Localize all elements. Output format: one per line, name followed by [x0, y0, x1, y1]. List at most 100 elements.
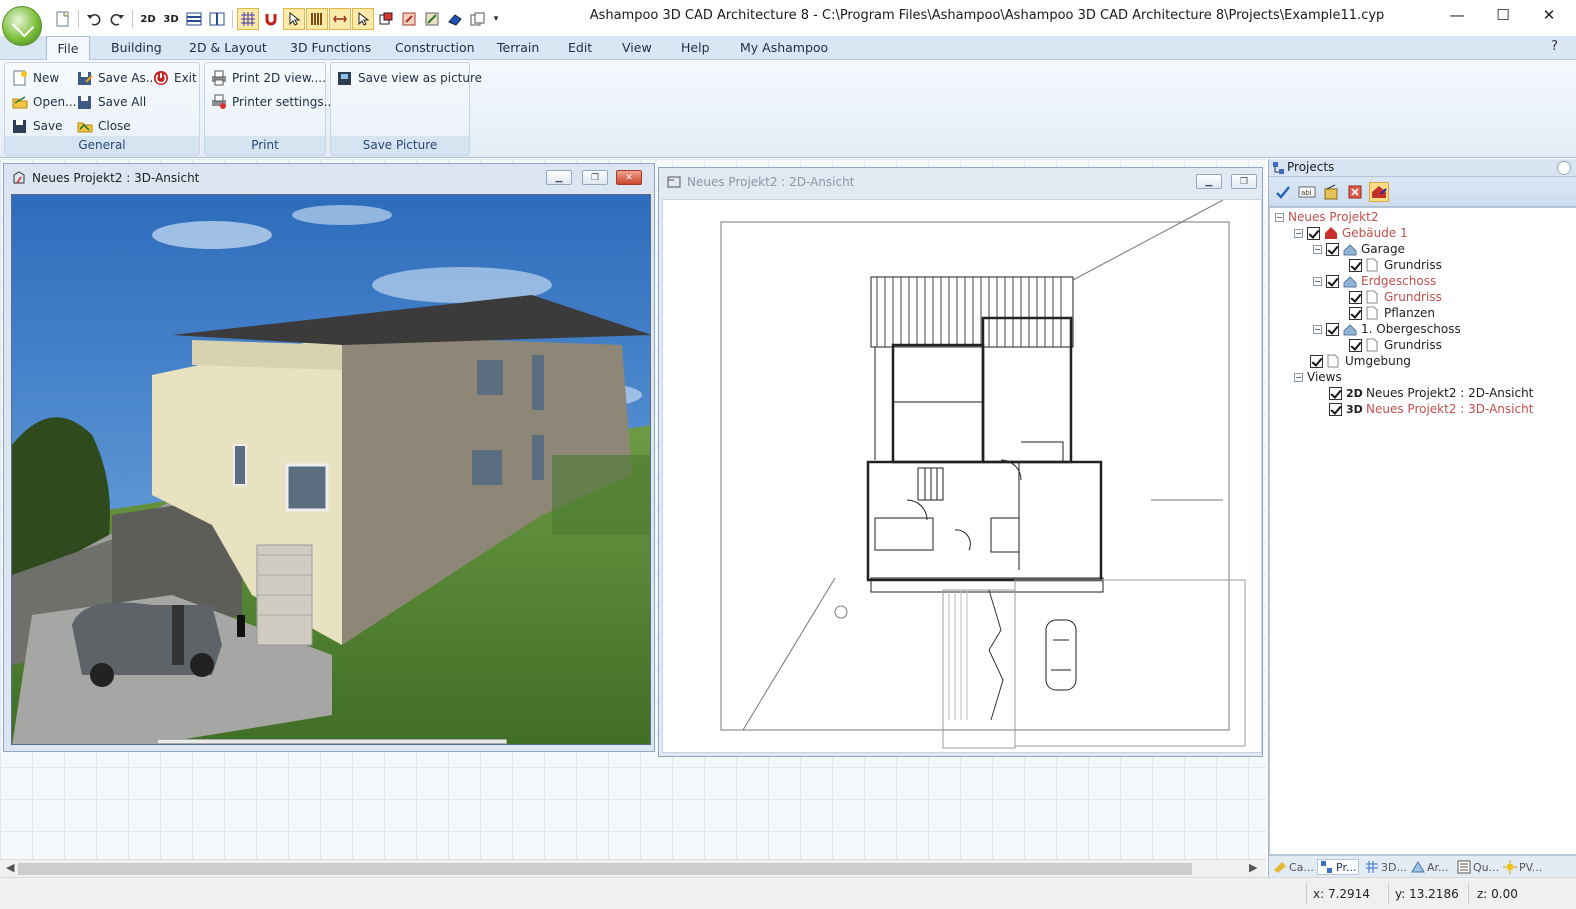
- menu-terrain[interactable]: Terrain: [497, 40, 539, 55]
- tab-3d[interactable]: 3D...: [1365, 859, 1407, 875]
- save-as-button[interactable]: Save As...: [77, 68, 157, 88]
- tree-node-environment[interactable]: Umgebung: [1310, 353, 1411, 369]
- scroll-left-icon[interactable]: ◀: [6, 861, 14, 874]
- menu-edit[interactable]: Edit: [568, 40, 592, 55]
- 2d-view-icon[interactable]: 2D: [137, 8, 159, 30]
- visibility-checkbox[interactable]: [1329, 402, 1342, 416]
- visibility-checkbox[interactable]: [1349, 306, 1362, 320]
- window-2d-view[interactable]: Neues Projekt2 : 2D-Ansicht ▁ ❐: [658, 167, 1263, 757]
- menu-building[interactable]: Building: [111, 40, 162, 55]
- new-button[interactable]: New: [12, 68, 59, 88]
- magnet-icon[interactable]: [260, 8, 282, 30]
- undo-icon[interactable]: [83, 8, 105, 30]
- window-3d-view[interactable]: Neues Projekt2 : 3D-Ansicht ▁ ❐ ✕: [3, 163, 655, 752]
- visibility-checkbox[interactable]: [1329, 386, 1342, 400]
- collapse-toggle[interactable]: −: [1313, 244, 1322, 254]
- print-2d-view-button[interactable]: Print 2D view....: [211, 68, 326, 88]
- help-icon[interactable]: ?: [1551, 39, 1558, 54]
- visibility-checkbox[interactable]: [1349, 290, 1362, 304]
- grid-icon[interactable]: [237, 8, 259, 30]
- check-icon[interactable]: [1273, 182, 1293, 202]
- menu-my-ashampoo[interactable]: My Ashampoo: [740, 40, 828, 55]
- tab-quantities[interactable]: Qu...: [1457, 859, 1499, 875]
- tree-node-plants[interactable]: Pflanzen: [1349, 305, 1435, 321]
- eraser-icon[interactable]: [444, 8, 466, 30]
- scrollbar-thumb[interactable]: [18, 863, 1192, 875]
- window-3d-minimize-button[interactable]: ▁: [546, 170, 572, 185]
- properties-icon[interactable]: [1321, 182, 1341, 202]
- 3d-view-icon[interactable]: 3D: [160, 8, 182, 30]
- menu-construction[interactable]: Construction: [395, 40, 475, 55]
- collapse-toggle[interactable]: −: [1313, 276, 1322, 286]
- tree-node-view-3d[interactable]: 3D Neues Projekt2 : 3D-Ansicht: [1329, 401, 1533, 417]
- tree-node-floor-garage[interactable]: − Garage: [1313, 241, 1405, 257]
- tab-architecture[interactable]: Ar...: [1411, 859, 1449, 875]
- tree-node-plan[interactable]: Grundriss: [1349, 289, 1442, 305]
- tree-node-building[interactable]: − Gebäude 1: [1294, 225, 1408, 241]
- visibility-checkbox[interactable]: [1326, 242, 1339, 256]
- exit-button[interactable]: Exit: [153, 68, 197, 88]
- maximize-button[interactable]: ☐: [1480, 0, 1526, 30]
- tree-node-plan[interactable]: Grundriss: [1349, 257, 1442, 273]
- save-view-as-picture-button[interactable]: Save view as picture: [337, 68, 482, 88]
- select-pointer-icon[interactable]: [283, 8, 305, 30]
- menu-file[interactable]: File: [46, 36, 90, 61]
- ruler-icon[interactable]: [306, 8, 328, 30]
- visibility-checkbox[interactable]: [1307, 226, 1320, 240]
- horizontal-split-icon[interactable]: [183, 8, 205, 30]
- 2d-floorplan-canvas[interactable]: [662, 199, 1262, 753]
- open-button[interactable]: Open...: [12, 92, 77, 112]
- visibility-checkbox[interactable]: [1326, 274, 1339, 288]
- measure-icon[interactable]: [329, 8, 351, 30]
- menu-view[interactable]: View: [622, 40, 652, 55]
- visibility-checkbox[interactable]: [1326, 322, 1339, 336]
- customize-arrow-icon[interactable]: ▾: [490, 8, 502, 30]
- tree-node-floor-ground[interactable]: − Erdgeschoss: [1313, 273, 1436, 289]
- redo-icon[interactable]: [106, 8, 128, 30]
- save-all-button[interactable]: Save All: [77, 92, 146, 112]
- window-icon[interactable]: [375, 8, 397, 30]
- collapse-toggle[interactable]: −: [1313, 324, 1322, 334]
- tab-catalog[interactable]: Ca...: [1273, 859, 1314, 875]
- menu-2d-layout[interactable]: 2D & Layout: [189, 40, 267, 55]
- copy-icon[interactable]: [467, 8, 489, 30]
- 3d-viewport[interactable]: [11, 194, 651, 745]
- window-2d-titlebar[interactable]: Neues Projekt2 : 2D-Ansicht: [659, 168, 1262, 196]
- tab-projects[interactable]: Pr...: [1317, 859, 1360, 875]
- collapse-toggle[interactable]: −: [1294, 228, 1303, 238]
- pin-icon[interactable]: [1557, 161, 1571, 175]
- tree-node-plan[interactable]: Grundriss: [1349, 337, 1442, 353]
- new-doc-icon[interactable]: [52, 8, 74, 30]
- collapse-toggle[interactable]: −: [1294, 372, 1303, 382]
- collapse-toggle[interactable]: −: [1275, 212, 1284, 222]
- 3d-scroll-indicator[interactable]: [157, 739, 507, 744]
- vertical-split-icon[interactable]: [206, 8, 228, 30]
- scroll-right-icon[interactable]: ▶: [1249, 861, 1257, 874]
- window-2d-minimize-button[interactable]: ▁: [1196, 174, 1222, 189]
- horizontal-scrollbar[interactable]: ◀ ▶: [0, 859, 1266, 877]
- move-icon[interactable]: [398, 8, 420, 30]
- window-2d-restore-button[interactable]: ❐: [1231, 174, 1257, 189]
- tree-node-views[interactable]: − Views: [1294, 369, 1342, 385]
- delete-icon[interactable]: [1345, 182, 1365, 202]
- visibility-checkbox[interactable]: [1310, 354, 1323, 368]
- app-menu-button[interactable]: [2, 6, 42, 46]
- save-button[interactable]: Save: [12, 116, 62, 136]
- window-3d-restore-button[interactable]: ❐: [582, 170, 608, 185]
- rename-icon[interactable]: abl: [1297, 182, 1317, 202]
- tree-node-view-2d[interactable]: 2D Neues Projekt2 : 2D-Ansicht: [1329, 385, 1533, 401]
- visibility-checkbox[interactable]: [1349, 258, 1362, 272]
- transform-icon[interactable]: [421, 8, 443, 30]
- close-doc-button[interactable]: Close: [77, 116, 131, 136]
- tab-pv[interactable]: PV...: [1503, 859, 1542, 875]
- close-button[interactable]: ✕: [1526, 0, 1572, 30]
- tree-node-floor-upper[interactable]: − 1. Obergeschoss: [1313, 321, 1461, 337]
- tree-node-project[interactable]: − Neues Projekt2: [1275, 209, 1378, 225]
- building-icon[interactable]: [1369, 182, 1389, 202]
- menu-help[interactable]: Help: [681, 40, 710, 55]
- visibility-checkbox[interactable]: [1349, 338, 1362, 352]
- window-3d-close-button[interactable]: ✕: [616, 170, 642, 185]
- printer-settings-button[interactable]: Printer settings...: [211, 92, 335, 112]
- cursor-icon[interactable]: [352, 8, 374, 30]
- minimize-button[interactable]: —: [1434, 0, 1480, 30]
